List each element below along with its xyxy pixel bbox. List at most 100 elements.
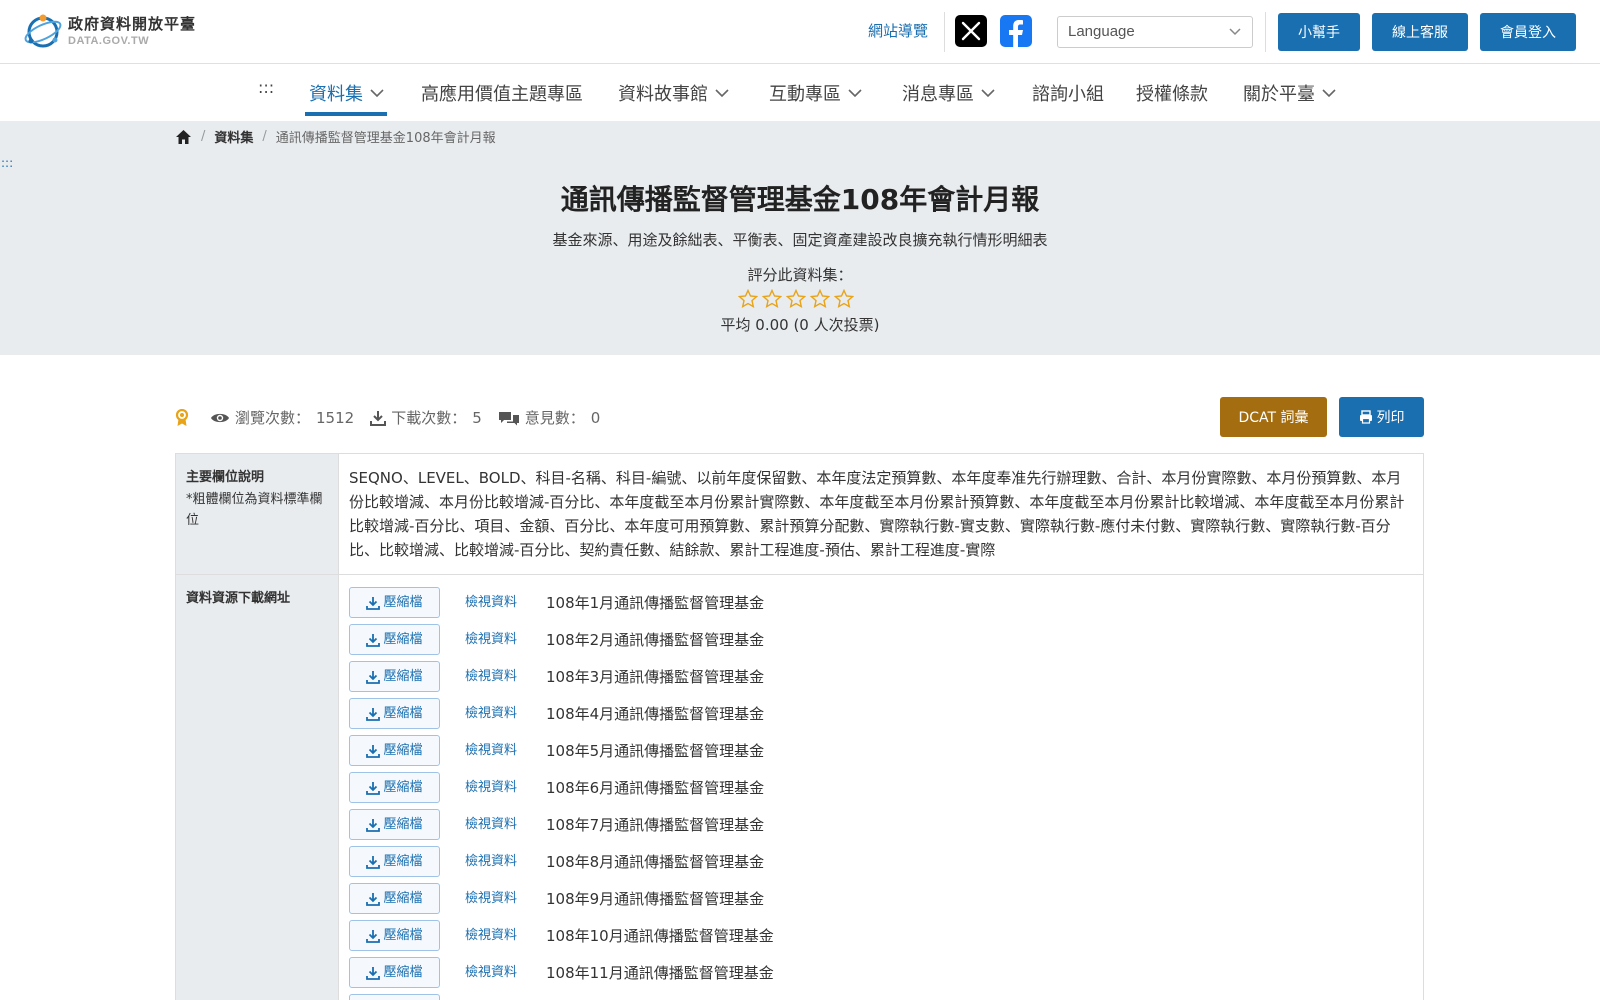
print-button[interactable]: 列印 <box>1339 397 1424 437</box>
download-icon <box>366 670 381 684</box>
fields-note: *粗體欄位為資料標準欄位 <box>186 492 323 528</box>
dataset-stats: 瀏覽次數： 1512 下載次數： 5 意見數： 0 <box>175 407 616 428</box>
download-zip-button[interactable]: 壓縮檔 <box>349 698 440 729</box>
view-data-link[interactable]: 檢視資料 <box>465 776 520 800</box>
facebook-icon[interactable] <box>1000 15 1032 47</box>
language-select[interactable]: Language <box>1057 16 1253 48</box>
view-data-link[interactable]: 檢視資料 <box>465 850 520 874</box>
download-icon <box>366 966 381 980</box>
view-data-link[interactable]: 檢視資料 <box>465 628 520 652</box>
views-count: 1512 <box>316 408 355 427</box>
resource-item: 壓縮檔 檢視資料 108年3月通訊傳播監督管理基金 <box>349 658 1413 695</box>
nav-item-datasets[interactable]: 資料集 <box>309 78 385 108</box>
rating-average: 平均 0.00 (0 人次投票) <box>720 316 880 334</box>
nav-item-advisory[interactable]: 諮詢小組 <box>1032 78 1104 108</box>
resources-row: 資料資源下載網址 壓縮檔 檢視資料 108年1月通訊傳播監督管理基金 壓縮檔 檢視資料 1… <box>176 575 1423 1000</box>
resource-name: 108年9月通訊傳播監督管理基金 <box>546 889 765 908</box>
logo-title: 政府資料開放平臺 <box>68 14 197 33</box>
comments-icon <box>498 411 519 425</box>
download-zip-button[interactable]: 壓縮檔 <box>349 661 440 692</box>
site-logo[interactable]: 政府資料開放平臺 DATA.GOV.TW <box>22 10 196 52</box>
downloads-count: 5 <box>472 408 482 427</box>
chevron-down-icon <box>981 89 995 98</box>
download-zip-label: 壓縮檔 <box>383 631 423 647</box>
download-zip-button[interactable]: 壓縮檔 <box>349 920 440 951</box>
rating-stars <box>738 289 854 309</box>
download-zip-button[interactable]: 壓縮檔 <box>349 957 440 988</box>
resource-name: 108年3月通訊傳播監督管理基金 <box>546 667 765 686</box>
download-zip-button[interactable]: 壓縮檔 <box>349 883 440 914</box>
view-data-link[interactable]: 檢視資料 <box>465 665 520 689</box>
download-zip-label: 壓縮檔 <box>383 853 423 869</box>
resource-name: 108年11月通訊傳播監督管理基金 <box>546 963 774 982</box>
nav-item-label: 授權條款 <box>1136 84 1208 105</box>
star-icon[interactable] <box>786 289 806 309</box>
download-zip-label: 壓縮檔 <box>383 927 423 943</box>
fields-row: 主要欄位說明 *粗體欄位為資料標準欄位 SEQNO、LEVEL、BOLD、科目-… <box>176 454 1423 575</box>
view-data-link[interactable]: 檢視資料 <box>465 591 520 615</box>
download-icon <box>370 410 387 426</box>
view-data-link[interactable]: 檢視資料 <box>465 739 520 763</box>
download-icon <box>366 892 381 906</box>
main-nav: ::: 資料集 高應用價值主題專區 資料故事館 互動專區 消息專區 諮詢小組 授… <box>0 64 1600 121</box>
resource-name: 108年2月通訊傳播監督管理基金 <box>546 630 765 649</box>
nav-item-news[interactable]: 消息專區 <box>902 78 996 108</box>
nav-item-label: 互動專區 <box>769 84 841 105</box>
star-icon[interactable] <box>738 289 758 309</box>
chevron-down-icon <box>370 89 384 98</box>
member-login-button[interactable]: 會員登入 <box>1480 13 1576 51</box>
download-zip-button[interactable]: 壓縮檔 <box>349 846 440 877</box>
nav-item-interactive[interactable]: 互動專區 <box>769 78 863 108</box>
comments-label: 意見數： <box>524 409 585 427</box>
resource-item: 壓縮檔 檢視資料 108年7月通訊傳播監督管理基金 <box>349 806 1413 843</box>
x-twitter-icon[interactable] <box>955 15 987 47</box>
resource-item: 壓縮檔 檢視資料 108年6月通訊傳播監督管理基金 <box>349 769 1413 806</box>
resource-item: 壓縮檔 檢視資料 108年5月通訊傳播監督管理基金 <box>349 732 1413 769</box>
comments-stat: 意見數： 0 <box>498 407 600 428</box>
download-zip-button[interactable]: 壓縮檔 <box>349 624 440 655</box>
download-zip-button[interactable]: 壓縮檔 <box>349 587 440 618</box>
nav-item-about[interactable]: 關於平臺 <box>1243 78 1337 108</box>
fields-label: 主要欄位說明 <box>186 470 265 485</box>
breadcrumb-separator: / <box>201 129 206 144</box>
online-service-button[interactable]: 線上客服 <box>1372 13 1468 51</box>
download-zip-label: 壓縮檔 <box>383 594 423 610</box>
download-zip-button[interactable]: 壓縮檔 <box>349 809 440 840</box>
header-divider <box>944 12 945 52</box>
view-data-link[interactable]: 檢視資料 <box>465 961 520 985</box>
page-title: 通訊傳播監督管理基金108年會計月報 <box>560 183 1040 216</box>
download-zip-label: 壓縮檔 <box>383 742 423 758</box>
star-icon[interactable] <box>810 289 830 309</box>
nav-item-label: 關於平臺 <box>1243 84 1315 105</box>
resource-item: 壓縮檔 檢視資料 108年11月通訊傳播監督管理基金 <box>349 954 1413 991</box>
resource-item: 壓縮檔 檢視資料 108年1月通訊傳播監督管理基金 <box>349 584 1413 621</box>
download-zip-button[interactable]: 壓縮檔 <box>349 994 440 1000</box>
chevron-down-icon <box>1229 28 1241 36</box>
helper-button[interactable]: 小幫手 <box>1278 13 1360 51</box>
nav-item-license[interactable]: 授權條款 <box>1136 78 1208 108</box>
resource-item: 壓縮檔 檢視資料 108年9月通訊傳播監督管理基金 <box>349 880 1413 917</box>
content-access-key[interactable]: ::: <box>1 156 13 170</box>
star-icon[interactable] <box>834 289 854 309</box>
nav-access-key[interactable]: ::: <box>258 78 274 97</box>
download-icon <box>366 818 381 832</box>
nav-item-high-value[interactable]: 高應用價值主題專區 <box>421 78 583 108</box>
sitemap-link[interactable]: 網站導覽 <box>868 20 928 41</box>
nav-item-data-stories[interactable]: 資料故事館 <box>618 78 730 108</box>
resource-name: 108年7月通訊傳播監督管理基金 <box>546 815 765 834</box>
view-data-link[interactable]: 檢視資料 <box>465 887 520 911</box>
dcat-button[interactable]: DCAT 詞彙 <box>1220 397 1327 437</box>
download-zip-button[interactable]: 壓縮檔 <box>349 772 440 803</box>
view-data-link[interactable]: 檢視資料 <box>465 702 520 726</box>
resource-item: 壓縮檔 檢視資料 108年8月通訊傳播監督管理基金 <box>349 843 1413 880</box>
view-data-link[interactable]: 檢視資料 <box>465 813 520 837</box>
breadcrumb: / 資料集 / 通訊傳播監督管理基金108年會計月報 <box>175 127 496 146</box>
star-icon[interactable] <box>762 289 782 309</box>
home-icon[interactable] <box>175 129 192 145</box>
download-zip-label: 壓縮檔 <box>383 779 423 795</box>
breadcrumb-datasets[interactable]: 資料集 <box>214 127 253 146</box>
download-zip-button[interactable]: 壓縮檔 <box>349 735 440 766</box>
site-header: 政府資料開放平臺 DATA.GOV.TW 網站導覽 Language 小幫手 線… <box>0 0 1600 64</box>
download-zip-label: 壓縮檔 <box>383 705 423 721</box>
view-data-link[interactable]: 檢視資料 <box>465 924 520 948</box>
